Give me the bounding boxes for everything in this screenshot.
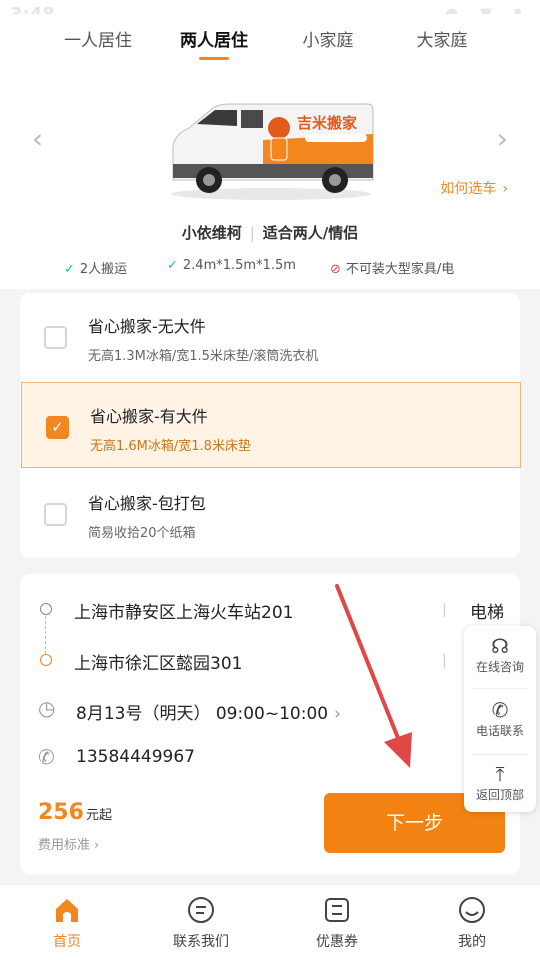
check-icon: ✓ xyxy=(167,258,178,273)
option-with-large-items[interactable]: ✓ 省心搬家-有大件 无高1.6M冰箱/宽1.8米床垫 xyxy=(21,382,521,468)
service-options: 省心搬家-无大件 无高1.3M冰箱/宽1.5米床垫/滚筒洗衣机 ✓ 省心搬家-有… xyxy=(20,293,521,558)
option-title: 省心搬家-有大件 xyxy=(90,407,208,426)
route-line xyxy=(45,616,46,654)
move-time[interactable]: 8月13号（明天） 09:00~10:00 › xyxy=(76,699,341,724)
chat-icon xyxy=(188,897,214,923)
option-title: 省心搬家-包打包 xyxy=(88,494,206,513)
origin-address[interactable]: 上海市静安区上海火车站201 xyxy=(74,598,293,623)
how-to-choose-label: 如何选车 xyxy=(440,181,497,197)
divider xyxy=(472,754,528,755)
price: 256 元起 xyxy=(38,800,112,825)
price-standard-link[interactable]: 费用标准 › xyxy=(38,834,99,853)
divider: | xyxy=(442,602,447,618)
divider: | xyxy=(442,653,447,669)
phone-icon: ✆ xyxy=(38,745,55,769)
check-icon: ✓ xyxy=(64,262,75,277)
move-time-text: 8月13号（明天） 09:00~10:00 xyxy=(76,704,329,724)
van-name: 小依维柯 xyxy=(181,224,242,242)
option-no-large-items[interactable]: 省心搬家-无大件 无高1.3M冰箱/宽1.5米床垫/滚筒洗衣机 xyxy=(20,293,520,379)
price-unit: 元起 xyxy=(85,808,112,823)
contact-phone[interactable]: 13584449967 xyxy=(76,747,195,767)
route-card: 上海市静安区上海火车站201 | 电梯 上海市徐汇区懿园301 | 电梯 ◷ 8… xyxy=(20,574,520,874)
prev-arrow-icon[interactable]: ‹ xyxy=(32,122,43,155)
back-to-top-button[interactable]: ⤒ 返回顶部 xyxy=(464,756,536,818)
how-to-choose-link[interactable]: 如何选车 › xyxy=(440,178,508,198)
nav-label: 联系我们 xyxy=(173,934,229,950)
feature-item: ✓ 2人搬运 xyxy=(64,258,127,277)
phone-contact-button[interactable]: ✆ 电话联系 xyxy=(464,692,536,754)
chevron-right-icon: › xyxy=(334,704,341,724)
tab-single[interactable]: 一人居住 xyxy=(33,26,163,51)
tab-big-family[interactable]: 大家庭 xyxy=(377,26,507,51)
bottom-nav: 首页 联系我们 优惠券 我的 xyxy=(0,884,540,960)
nav-home[interactable]: 首页 xyxy=(17,895,117,951)
float-label: 在线咨询 xyxy=(475,660,524,674)
tab-small-family[interactable]: 小家庭 xyxy=(263,26,393,51)
nav-label: 首页 xyxy=(53,934,81,950)
prohibited-icon: ⊘ xyxy=(330,262,341,277)
back-to-top-icon: ⤒ xyxy=(495,762,505,786)
van-fit: 适合两人/情侣 xyxy=(262,224,359,242)
option-description: 简易收拾20个纸箱 xyxy=(88,526,196,541)
headset-icon: ☊ xyxy=(491,634,509,658)
floating-menu: ☊ 在线咨询 ✆ 电话联系 ⤒ 返回顶部 xyxy=(464,626,536,812)
home-icon xyxy=(56,899,78,922)
option-description: 无高1.3M冰箱/宽1.5米床垫/滚筒洗衣机 xyxy=(88,349,319,364)
next-arrow-icon[interactable]: › xyxy=(497,122,508,155)
option-title: 省心搬家-无大件 xyxy=(88,317,206,336)
origin-dot xyxy=(40,603,52,615)
nav-profile[interactable]: 我的 xyxy=(422,895,522,951)
category-tabs: 一人居住 两人居住 小家庭 大家庭 xyxy=(0,14,540,64)
divider: | xyxy=(249,224,255,242)
destination-dot xyxy=(40,654,52,666)
active-tab-indicator xyxy=(199,57,229,60)
tab-couple[interactable]: 两人居住 xyxy=(149,26,279,51)
checkbox[interactable] xyxy=(44,503,67,526)
nav-label: 优惠券 xyxy=(316,934,358,950)
origin-lift[interactable]: 电梯 xyxy=(470,598,504,623)
van-info: 小依维柯 | 适合两人/情侣 xyxy=(0,222,540,243)
float-label: 电话联系 xyxy=(475,724,524,738)
vehicle-panel: ‹ › 吉米搬家 如何选车 › 小依维柯 | 适合两人/情侣 ✓ 2人搬运 ✓ 2.4m*… xyxy=(0,64,540,289)
nav-contact[interactable]: 联系我们 xyxy=(151,895,251,951)
price-value: 256 xyxy=(38,800,84,825)
feature-item: ✓ 2.4m*1.5m*1.5m xyxy=(167,258,296,273)
online-consult-button[interactable]: ☊ 在线咨询 xyxy=(464,628,536,690)
checkbox-checked[interactable]: ✓ xyxy=(46,416,69,439)
destination-address[interactable]: 上海市徐汇区懿园301 xyxy=(74,649,242,674)
chevron-right-icon: › xyxy=(502,181,508,197)
profile-icon xyxy=(459,897,485,923)
nav-label: 我的 xyxy=(458,934,486,950)
van-image: 吉米搬家 xyxy=(171,103,374,200)
coupon-icon xyxy=(325,898,349,922)
option-packing[interactable]: 省心搬家-包打包 简易收拾20个纸箱 xyxy=(20,470,520,556)
nav-coupon[interactable]: 优惠券 xyxy=(287,895,387,951)
option-description: 无高1.6M冰箱/宽1.8米床垫 xyxy=(90,439,251,454)
van-brand-text: 吉米搬家 xyxy=(297,114,357,132)
feature-item: ⊘ 不可装大型家具/电 xyxy=(330,258,454,277)
chevron-right-icon: › xyxy=(94,838,100,853)
feature-text: 2人搬运 xyxy=(79,262,128,277)
divider xyxy=(472,688,528,689)
feature-text: 2.4m*1.5m*1.5m xyxy=(182,258,296,273)
float-label: 返回顶部 xyxy=(475,788,524,802)
phone-ring-icon: ✆ xyxy=(491,698,509,722)
clock-icon: ◷ xyxy=(38,696,56,720)
price-standard-label: 费用标准 xyxy=(38,838,91,853)
feature-text: 不可装大型家具/电 xyxy=(345,262,455,277)
checkbox[interactable] xyxy=(44,326,67,349)
